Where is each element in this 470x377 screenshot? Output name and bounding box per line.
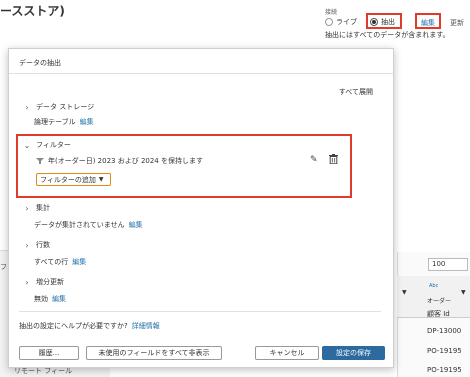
cancel-button[interactable]: キャンセル xyxy=(255,346,319,360)
section-label: 増分更新 xyxy=(36,278,64,286)
table-row: PO-19195 xyxy=(427,347,462,355)
caret-down-icon: ▼ xyxy=(98,176,104,183)
incremental-text: 無効 xyxy=(34,295,48,303)
aggregation-value: データが集計されていません 編集 xyxy=(34,220,143,230)
aggregation-text: データが集計されていません xyxy=(34,221,125,229)
data-storage-value: 論理テーブル 編集 xyxy=(34,117,94,127)
section-data-storage[interactable]: › データ ストレージ xyxy=(23,102,94,112)
section-incremental[interactable]: › 増分更新 xyxy=(23,277,64,287)
column-source-label: オーダー xyxy=(427,298,452,305)
column-header-label: 顧客 Id xyxy=(427,310,450,318)
divider xyxy=(9,73,393,74)
live-label: ライブ xyxy=(336,18,357,26)
chevron-right-icon[interactable]: › xyxy=(23,103,31,112)
page-title: ースストア) xyxy=(0,4,65,18)
add-filter-dropdown[interactable]: フィルターの追加 ▼ xyxy=(36,173,111,186)
help-text: 抽出の設定にヘルプが必要ですか? xyxy=(19,322,128,330)
live-radio-icon[interactable] xyxy=(325,18,333,26)
chevron-down-icon[interactable]: ⌄ xyxy=(23,141,31,150)
trash-icon[interactable] xyxy=(329,154,338,164)
expand-all-link[interactable]: すべて展開 xyxy=(339,87,373,97)
column-menu-icon[interactable]: ▼ xyxy=(402,289,407,296)
chevron-right-icon[interactable]: › xyxy=(23,278,31,287)
data-storage-edit-link[interactable]: 編集 xyxy=(80,118,94,126)
rows-edit-link[interactable]: 編集 xyxy=(72,258,86,266)
section-filter[interactable]: ⌄ フィルター xyxy=(23,140,71,150)
chevron-right-icon[interactable]: › xyxy=(23,204,31,213)
filter-item[interactable]: 年(オーダー日) 2023 および 2024 を保持します xyxy=(36,156,203,166)
live-radio[interactable]: ライブ xyxy=(325,17,357,27)
filter-pill-icon xyxy=(36,158,44,164)
rows-input[interactable]: 100 xyxy=(428,258,468,271)
section-label: データ ストレージ xyxy=(36,103,95,111)
connection-label: 接続 xyxy=(325,9,338,16)
extract-radio-icon[interactable] xyxy=(370,18,378,26)
string-type-icon: Abc xyxy=(429,283,439,289)
filter-item-text: 年(オーダー日) 2023 および 2024 を保持します xyxy=(48,157,203,165)
save-settings-button[interactable]: 設定の保存 xyxy=(322,346,385,360)
update-link[interactable]: 更新 xyxy=(450,18,464,28)
section-label: 集計 xyxy=(36,204,50,212)
extract-note: 抽出にはすべてのデータが含まれます。 xyxy=(325,31,450,39)
extract-dialog: データの抽出 すべて展開 › データ ストレージ 論理テーブル 編集 ⌄ フィルタ… xyxy=(8,48,394,368)
section-rows[interactable]: › 行数 xyxy=(23,240,50,250)
section-label: フィルター xyxy=(36,141,71,149)
divider xyxy=(19,311,381,312)
section-label: 行数 xyxy=(36,241,50,249)
table-row: PO-19195 xyxy=(427,366,462,374)
learn-more-link[interactable]: 詳細情報 xyxy=(132,322,160,330)
help-row: 抽出の設定にヘルプが必要ですか? 詳細情報 xyxy=(19,321,160,331)
table-row: DP-13000 xyxy=(427,327,462,335)
left-panel-letter: フ xyxy=(0,263,7,271)
history-button[interactable]: 履歴... xyxy=(19,346,79,360)
edit-link[interactable]: 編集 xyxy=(421,18,435,28)
extract-label: 抽出 xyxy=(381,18,395,26)
incremental-value: 無効 編集 xyxy=(34,294,66,304)
section-aggregation[interactable]: › 集計 xyxy=(23,203,50,213)
aggregation-edit-link[interactable]: 編集 xyxy=(129,221,143,229)
pencil-icon[interactable]: ✎ xyxy=(310,155,318,165)
chevron-right-icon[interactable]: › xyxy=(23,241,31,250)
data-storage-text: 論理テーブル xyxy=(34,118,76,126)
extract-radio[interactable]: 抽出 xyxy=(370,17,395,27)
rows-text: すべての行 xyxy=(34,258,69,266)
rows-value: すべての行 編集 xyxy=(34,257,86,267)
hide-unused-fields-button[interactable]: 未使用のフィールドをすべて非表示 xyxy=(86,346,222,360)
incremental-edit-link[interactable]: 編集 xyxy=(52,295,66,303)
column-menu-icon-2[interactable]: ▼ xyxy=(461,289,466,296)
add-filter-label: フィルターの追加 xyxy=(40,175,96,184)
dialog-title: データの抽出 xyxy=(19,59,61,67)
